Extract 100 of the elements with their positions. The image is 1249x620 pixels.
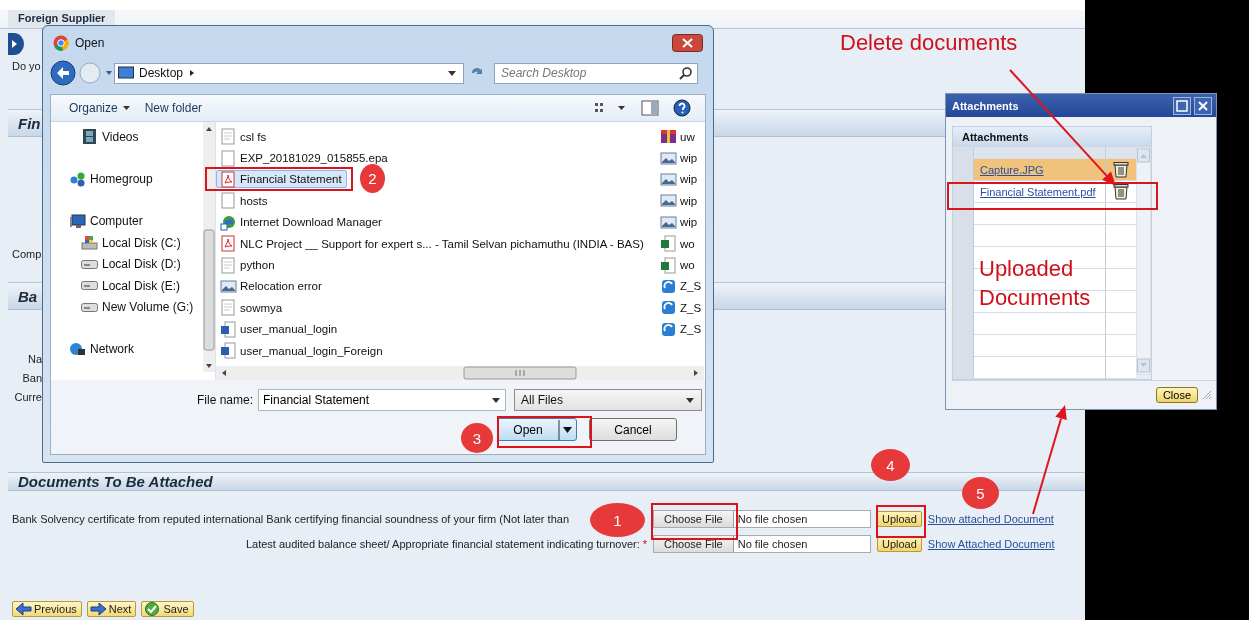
help-button[interactable] xyxy=(673,99,691,117)
file-status: No file chosen xyxy=(736,537,808,552)
app-icon xyxy=(660,277,677,295)
document-icon xyxy=(220,128,237,146)
form-text: Do yo xyxy=(11,60,41,72)
field-label: Curre xyxy=(13,391,42,403)
resize-grip-icon xyxy=(1202,390,1212,400)
breadcrumb[interactable]: Desktop xyxy=(139,66,184,80)
file-item[interactable]: wip xyxy=(656,149,703,168)
file-item[interactable]: wip xyxy=(656,191,703,210)
expand-button[interactable] xyxy=(8,33,24,55)
field-label: File name: xyxy=(197,393,254,407)
cancel-button[interactable]: Cancel xyxy=(589,418,677,441)
nav-item[interactable]: Network xyxy=(51,338,203,361)
arrow-left-icon xyxy=(15,602,32,616)
choose-file-button[interactable]: Choose File xyxy=(654,511,734,527)
dialog-title: Open xyxy=(75,35,105,50)
row-selector[interactable] xyxy=(953,181,974,202)
app-icon xyxy=(53,34,69,51)
close-button[interactable]: Close xyxy=(1155,387,1198,403)
file-item[interactable]: user_manual_login xyxy=(216,320,343,339)
nav-button[interactable]: Next xyxy=(86,601,137,617)
field-label: Ban xyxy=(21,372,42,384)
document-icon xyxy=(220,299,237,317)
file-item[interactable]: wip xyxy=(656,213,703,232)
field-label: Na xyxy=(26,353,42,365)
scrollbar[interactable] xyxy=(203,122,215,372)
trash-icon[interactable] xyxy=(1112,182,1130,201)
network-icon xyxy=(69,340,86,358)
image-icon xyxy=(660,192,677,210)
caret-icon xyxy=(447,68,457,78)
page-tab[interactable]: Foreign Supplier xyxy=(8,10,116,28)
app-icon xyxy=(660,320,677,338)
file-item[interactable]: wo xyxy=(656,234,700,253)
archive-icon xyxy=(660,128,677,146)
horizontal-scrollbar[interactable] xyxy=(216,366,704,380)
file-input[interactable]: Choose File No file chosen xyxy=(653,535,871,553)
file-item[interactable]: wo xyxy=(656,256,700,275)
file-status: No file chosen xyxy=(736,512,808,527)
caret-icon xyxy=(685,395,696,405)
spreadsheet-icon xyxy=(660,256,677,274)
file-link[interactable]: Capture.JPG xyxy=(980,163,1044,176)
file-item[interactable]: NLC Project __ Support for expert s... - Tamil Selvan pichamuthu (INDIA - BAS) xyxy=(216,234,649,253)
file-item[interactable]: Financial Statement xyxy=(216,170,347,189)
file-link[interactable]: Financial Statement.pdf xyxy=(980,185,1096,198)
file-input[interactable]: Choose File No file chosen xyxy=(653,510,871,528)
open-button[interactable]: Open xyxy=(497,418,577,441)
link[interactable]: Show attached Document xyxy=(927,513,1054,525)
image-icon xyxy=(660,213,677,231)
nav-button[interactable]: Previous xyxy=(12,601,82,617)
drive-icon xyxy=(81,281,98,291)
close-button[interactable] xyxy=(672,33,703,52)
people-icon xyxy=(69,170,86,188)
pdf-icon xyxy=(220,170,237,188)
close-button[interactable] xyxy=(1194,96,1212,115)
nav-item[interactable]: Homegroup xyxy=(51,168,203,190)
word-document-icon xyxy=(220,320,237,338)
drive-icon xyxy=(81,302,98,312)
field-label: Bank Solvency certificate from reputed international Bank certifying financial soundness of your firm (Not later than xyxy=(12,513,569,525)
search-field[interactable]: Search Desktop xyxy=(494,62,698,84)
nav-item[interactable]: Local Disk (C:) xyxy=(51,232,203,254)
film-icon xyxy=(81,128,98,146)
preview-pane-button[interactable] xyxy=(641,100,659,116)
file-item[interactable]: user_manual_login_Foreign xyxy=(216,341,388,360)
document-icon xyxy=(220,149,237,167)
nav-item[interactable]: Local Disk (D:) xyxy=(51,253,203,275)
link[interactable]: Show Attached Document xyxy=(927,538,1055,550)
image-icon xyxy=(660,170,677,188)
file-item[interactable]: Internet Download Manager xyxy=(216,213,387,232)
nav-button[interactable]: Save xyxy=(141,601,194,617)
file-item[interactable]: Z_S xyxy=(656,320,705,339)
image-icon xyxy=(660,149,677,167)
address-bar[interactable]: Desktop xyxy=(114,62,464,84)
highlight-frame xyxy=(876,505,926,538)
window-title: Attachments xyxy=(952,99,1019,112)
drive-icon xyxy=(81,259,98,269)
file-name-field[interactable]: Financial Statement xyxy=(258,389,507,411)
desktop-icon xyxy=(118,66,134,80)
file-item[interactable]: hosts xyxy=(216,191,273,210)
caret-icon xyxy=(491,395,502,405)
back-button[interactable] xyxy=(50,60,76,86)
file-type-dropdown[interactable]: All Files xyxy=(514,389,703,411)
pdf-icon xyxy=(220,235,237,253)
document-icon xyxy=(220,192,237,210)
image-icon xyxy=(220,277,237,295)
search-icon xyxy=(679,66,693,80)
checkmark-icon xyxy=(144,602,162,616)
file-item[interactable]: wip xyxy=(656,170,703,189)
upload-button[interactable]: Upload xyxy=(877,511,922,527)
file-item[interactable]: python xyxy=(216,256,280,275)
arrow-right-icon xyxy=(89,602,107,616)
nav-item[interactable]: Computer xyxy=(51,210,203,233)
maximize-button[interactable] xyxy=(1173,96,1191,115)
annotation-text: Delete documents xyxy=(840,29,1018,57)
scrollbar[interactable] xyxy=(1136,147,1151,375)
table-title: Attachments xyxy=(953,127,1151,147)
document-icon xyxy=(220,256,237,274)
word-document-icon xyxy=(220,342,237,360)
required-mark: * xyxy=(642,538,647,550)
trash-icon[interactable] xyxy=(1112,160,1130,179)
